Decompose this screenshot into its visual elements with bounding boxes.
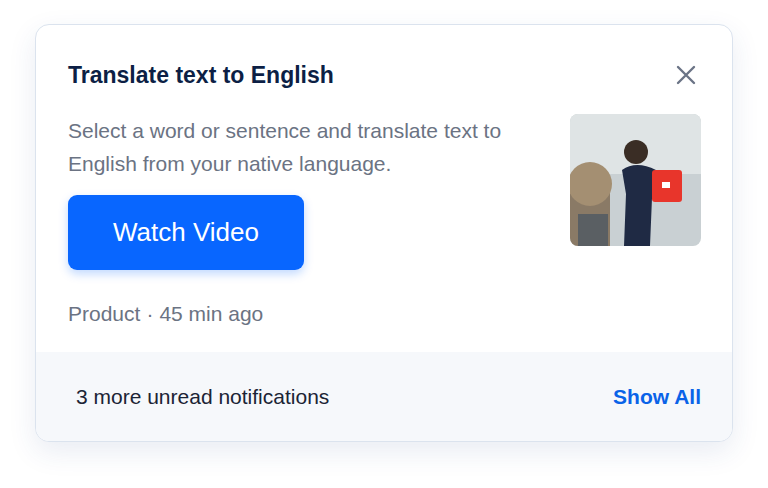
page: Translate text to English Select a word o… [0,0,768,488]
watch-video-button[interactable]: Watch Video [68,195,304,270]
notification-title: Translate text to English [68,58,334,92]
show-all-link[interactable]: Show All [613,385,701,409]
meta-separator: · [146,302,153,325]
video-thumbnail[interactable] [570,114,701,246]
notification-card: Translate text to English Select a word o… [35,24,733,442]
notification-footer: 3 more unread notifications Show All [36,352,732,441]
notification-description: Select a word or sentence and translate … [68,114,548,180]
notification-header: Translate text to English [68,58,701,92]
notification-content: Select a word or sentence and translate … [68,114,701,329]
close-button[interactable] [675,64,697,86]
notification-body: Translate text to English Select a word o… [36,25,732,352]
notification-text: Select a word or sentence and translate … [68,114,548,329]
close-icon [675,64,697,86]
notification-meta: Product · 45 min ago [68,299,263,329]
thumbnail-image [570,114,701,246]
unread-count: 3 more unread notifications [76,385,329,409]
meta-category: Product [68,302,140,325]
meta-time: 45 min ago [159,302,263,325]
